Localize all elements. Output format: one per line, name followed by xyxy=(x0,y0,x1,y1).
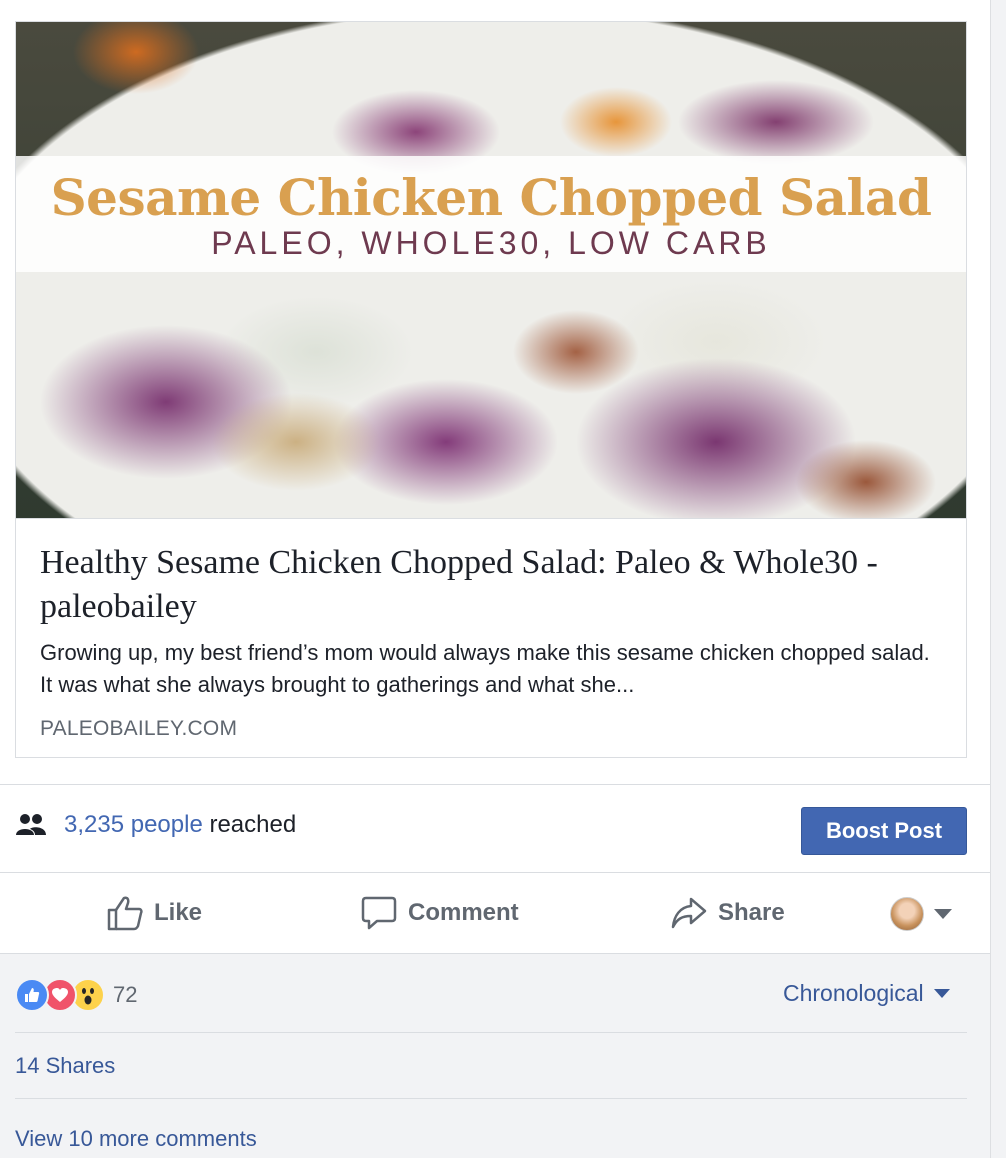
view-more-comments-link[interactable]: View 10 more comments xyxy=(15,1126,257,1152)
link-description: Growing up, my best friend’s mom would a… xyxy=(40,640,930,697)
link-domain: PALEOBAILEY.COM xyxy=(40,717,238,740)
speech-bubble-icon xyxy=(361,896,397,930)
reach-text: 3,235 people reached xyxy=(64,811,296,839)
like-label: Like xyxy=(154,899,203,926)
thumbs-up-icon xyxy=(107,896,143,931)
sort-label: Chronological xyxy=(783,980,924,1006)
caret-down-icon xyxy=(933,989,950,998)
link-preview-body: Healthy Sesame Chicken Chopped Salad: Pa… xyxy=(16,519,966,741)
image-banner: Sesame Chicken Chopped Salad PALEO, WHOL… xyxy=(16,156,966,272)
shares-link[interactable]: 14 Shares xyxy=(15,1053,115,1079)
share-button[interactable]: Share xyxy=(670,895,785,931)
like-reaction-icon xyxy=(15,978,49,1012)
image-banner-title: Sesame Chicken Chopped Salad xyxy=(50,168,932,227)
people-icon xyxy=(16,814,46,835)
profile-avatar xyxy=(890,897,924,931)
comment-button[interactable]: Comment xyxy=(360,895,519,931)
reaction-summary[interactable]: 72 xyxy=(15,978,137,1012)
link-title[interactable]: Healthy Sesame Chicken Chopped Salad: Pa… xyxy=(40,541,942,629)
image-banner-subtitle: PALEO, WHOLE30, LOW CARB xyxy=(211,225,771,261)
divider xyxy=(15,1098,967,1099)
like-button[interactable]: Like xyxy=(106,895,202,931)
reach-count-link[interactable]: 3,235 people xyxy=(64,811,203,838)
scrollbar-track[interactable] xyxy=(990,0,1006,1158)
caret-down-icon xyxy=(934,909,952,919)
boost-post-button[interactable]: Boost Post xyxy=(801,807,967,855)
profile-switcher[interactable] xyxy=(890,897,952,931)
comment-sort-dropdown[interactable]: Chronological xyxy=(783,980,950,1007)
share-arrow-icon xyxy=(671,897,707,929)
divider xyxy=(15,1032,967,1033)
reach-suffix: reached xyxy=(202,811,297,838)
reach-row: 3,235 people reached Boost Post xyxy=(0,785,990,873)
post-actions-bar: Like Comment Share xyxy=(0,873,990,953)
reaction-count: 72 xyxy=(113,982,138,1007)
feedback-section: 72 Chronological 14 Shares View 10 more … xyxy=(0,953,990,1158)
share-label: Share xyxy=(718,899,785,926)
comment-label: Comment xyxy=(408,899,519,926)
link-preview-image[interactable]: Sesame Chicken Chopped Salad PALEO, WHOL… xyxy=(16,22,966,519)
link-preview-card[interactable]: Sesame Chicken Chopped Salad PALEO, WHOL… xyxy=(15,21,967,758)
